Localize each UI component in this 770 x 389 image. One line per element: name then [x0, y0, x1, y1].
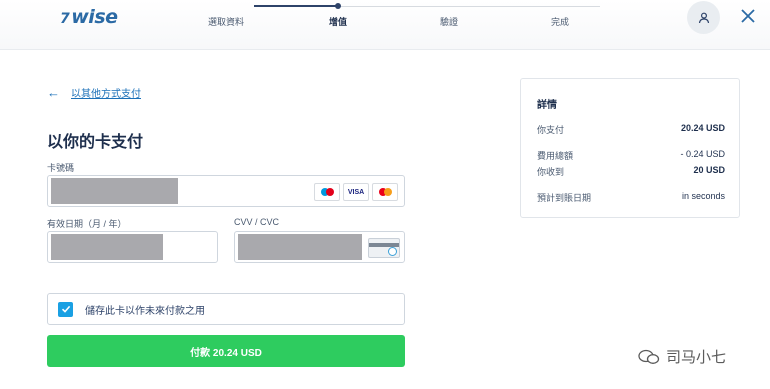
progress-line-completed	[254, 5, 338, 7]
expiry-date-input[interactable]	[47, 231, 218, 263]
save-card-checkbox[interactable]	[58, 301, 73, 317]
step-top-up: 增值	[328, 17, 348, 27]
cvv-input[interactable]	[234, 231, 405, 263]
step-complete: 完成	[550, 17, 570, 27]
detail-row-you-receive: 你收到 20 USD	[537, 165, 725, 177]
save-card-option[interactable]: 儲存此卡以作未來付款之用	[47, 293, 405, 325]
detail-row-arrival: 預計到賬日期 in seconds	[537, 191, 725, 203]
maestro-icon	[314, 183, 340, 201]
wise-flag-icon: 7	[60, 11, 70, 27]
watermark: 司马小七	[638, 346, 726, 367]
arrow-left-icon: ←	[47, 85, 60, 100]
details-title: 詳情	[537, 100, 557, 111]
account-avatar-button[interactable]	[687, 1, 720, 34]
checkmark-icon	[61, 305, 70, 313]
visa-icon: VISA	[343, 183, 369, 201]
detail-row-you-pay: 你支付 20.24 USD	[537, 123, 725, 135]
detail-row-total-fees: 費用總額 - 0.24 USD	[537, 149, 725, 161]
details-panel: 詳情 你支付 20.24 USD 費用總額 - 0.24 USD 你收到 20 …	[520, 78, 740, 218]
chat-bubbles-icon	[638, 349, 660, 364]
current-step-dot	[335, 3, 341, 9]
card-number-input[interactable]: VISA	[47, 175, 405, 207]
progress-line	[254, 5, 600, 7]
card-back-cvv-icon	[368, 238, 400, 258]
expiry-label: 有效日期（月 / 年）	[47, 219, 127, 229]
wise-logo[interactable]: 7 wise	[60, 6, 118, 28]
mastercard-icon	[372, 183, 398, 201]
pay-button[interactable]: 付款 20.24 USD	[47, 335, 405, 367]
redacted-card-number	[51, 178, 178, 204]
page-title: 以你的卡支付	[47, 134, 144, 151]
close-icon	[741, 9, 755, 23]
card-number-label: 卡號碼	[47, 163, 75, 173]
step-select-details: 選取資料	[207, 17, 245, 27]
card-brand-logos: VISA	[314, 183, 398, 201]
redacted-cvv	[238, 234, 362, 260]
user-icon	[698, 12, 709, 23]
redacted-expiry	[51, 234, 163, 260]
close-button[interactable]	[736, 4, 760, 28]
top-header: 7 wise 選取資料 增值 驗證 完成	[0, 0, 770, 50]
step-verify: 驗證	[439, 17, 459, 27]
pay-other-way-link[interactable]: ← 以其他方式支付	[47, 85, 141, 100]
cvv-label: CVV / CVC	[234, 217, 280, 227]
save-card-label: 儲存此卡以作未來付款之用	[85, 305, 205, 317]
